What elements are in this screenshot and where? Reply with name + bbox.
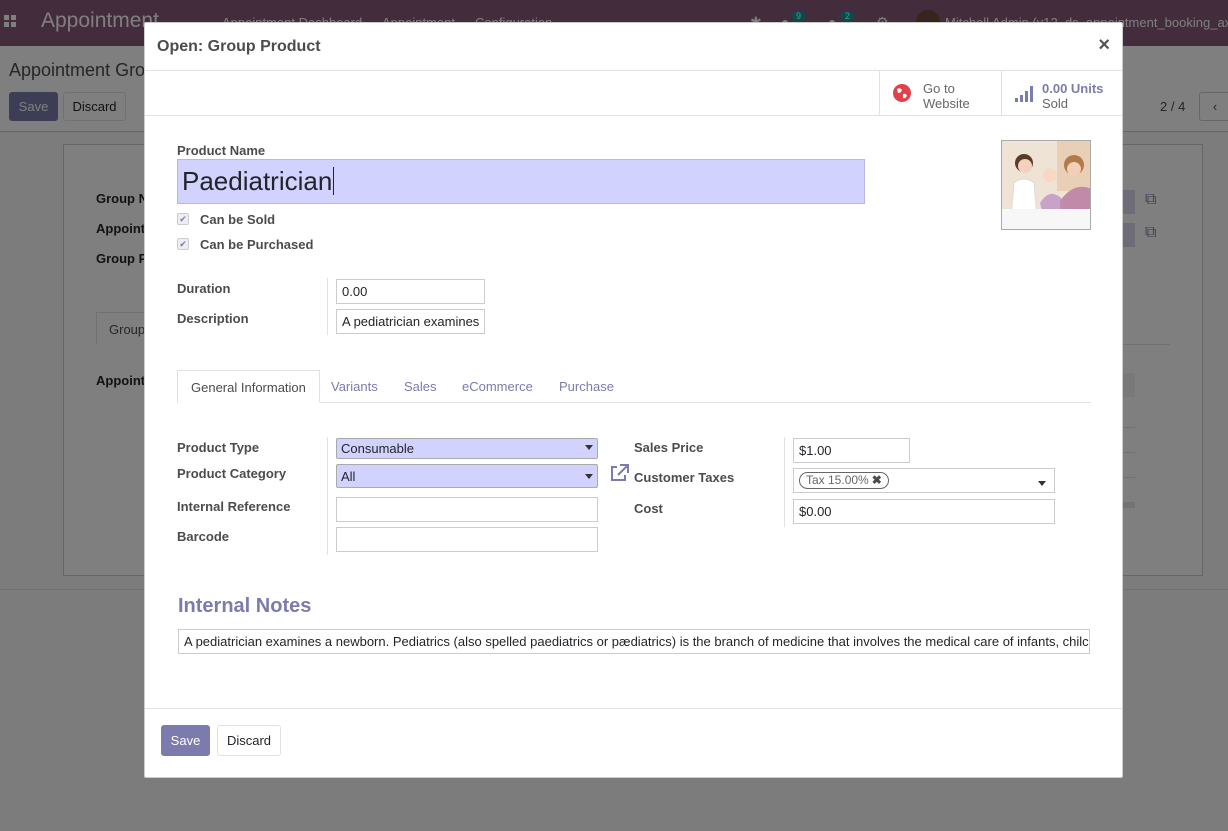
- tab-variants[interactable]: Variants: [318, 370, 391, 403]
- cost-label: Cost: [634, 501, 663, 516]
- can-be-purchased-label: Can be Purchased: [200, 237, 314, 252]
- cost-input[interactable]: $0.00: [793, 499, 1055, 524]
- internal-notes-input[interactable]: A pediatrician examines a newborn. Pedia…: [178, 629, 1090, 654]
- units-sold-label: 0.00 Units Sold: [1042, 81, 1103, 111]
- internal-reference-label: Internal Reference: [177, 499, 291, 514]
- product-type-value: Consumable: [341, 441, 414, 456]
- sales-price-input[interactable]: $1.00: [793, 438, 910, 463]
- tax-tag: Tax 15.00% ✖: [799, 472, 889, 489]
- close-icon[interactable]: ×: [1098, 34, 1110, 57]
- product-name-label: Product Name: [177, 143, 266, 158]
- tax-tag-label: Tax 15.00%: [806, 473, 869, 487]
- tab-purchase[interactable]: Purchase: [546, 370, 627, 403]
- dialog-footer: Save Discard: [145, 708, 1122, 777]
- product-name-value: Paediatrician: [182, 166, 333, 196]
- product-type-label: Product Type: [177, 440, 260, 455]
- chevron-down-icon: [585, 445, 593, 450]
- field-separator: [327, 437, 328, 555]
- text-cursor: [333, 167, 335, 195]
- product-category-select[interactable]: All: [336, 464, 598, 488]
- discard-button[interactable]: Discard: [217, 725, 281, 756]
- description-label: Description: [177, 311, 249, 326]
- product-dialog: Open: Group Product × Go to Website 0.00 …: [144, 22, 1123, 778]
- product-image[interactable]: [1001, 140, 1091, 230]
- globe-icon: [892, 83, 912, 106]
- go-to-label: Go to: [923, 81, 955, 96]
- signal-bars-icon: [1014, 83, 1036, 106]
- duration-label: Duration: [177, 281, 231, 296]
- tab-sales[interactable]: Sales: [391, 370, 450, 403]
- field-separator: [327, 278, 328, 335]
- field-separator: [784, 437, 785, 527]
- barcode-input[interactable]: [336, 527, 598, 552]
- tab-ecommerce[interactable]: eCommerce: [449, 370, 546, 403]
- units-sold-button[interactable]: 0.00 Units Sold: [1001, 71, 1122, 115]
- product-name-input[interactable]: Paediatrician: [177, 159, 865, 204]
- customer-taxes-input[interactable]: Tax 15.00% ✖: [793, 468, 1055, 493]
- tab-general-information[interactable]: General Information: [177, 370, 320, 403]
- sold-label: Sold: [1042, 96, 1069, 111]
- internal-notes-title: Internal Notes: [178, 595, 312, 617]
- go-to-website-label: Go to Website: [923, 81, 970, 111]
- customer-taxes-label: Customer Taxes: [634, 470, 735, 485]
- notebook-tabs: General Information Variants Sales eComm…: [177, 370, 1091, 403]
- save-button[interactable]: Save: [161, 725, 210, 756]
- sales-price-label: Sales Price: [634, 440, 704, 455]
- can-be-purchased-checkbox[interactable]: ✔: [177, 238, 189, 250]
- chevron-down-icon: [585, 474, 593, 479]
- can-be-sold-label: Can be Sold: [200, 212, 276, 227]
- website-label: Website: [923, 96, 970, 111]
- smart-button-box: Go to Website 0.00 Units Sold: [145, 71, 1122, 116]
- go-to-website-button[interactable]: Go to Website: [879, 71, 1001, 115]
- product-type-select[interactable]: Consumable: [336, 438, 598, 459]
- product-category-value: All: [341, 469, 356, 484]
- chevron-down-icon[interactable]: [1038, 481, 1046, 486]
- external-link-icon[interactable]: [609, 464, 629, 485]
- internal-reference-input[interactable]: [336, 497, 598, 522]
- dialog-header: Open: Group Product ×: [145, 23, 1122, 71]
- duration-input[interactable]: 0.00: [336, 279, 485, 304]
- can-be-sold-checkbox[interactable]: ✔: [177, 213, 189, 225]
- remove-tag-icon[interactable]: ✖: [872, 473, 882, 487]
- units-sold-value: 0.00 Units: [1042, 81, 1104, 96]
- product-category-label: Product Category: [177, 466, 287, 481]
- barcode-label: Barcode: [177, 529, 230, 544]
- description-input[interactable]: A pediatrician examines: [336, 309, 485, 334]
- dialog-title: Open: Group Product: [157, 38, 321, 55]
